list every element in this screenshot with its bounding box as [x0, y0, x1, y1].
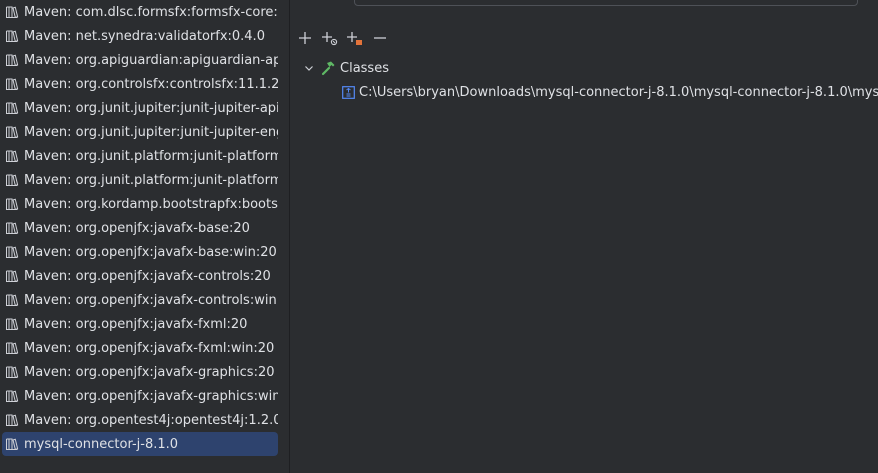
library-label: Maven: org.openjfx:javafx-fxml:win:20: [24, 340, 275, 356]
library-label: Maven: org.controlsfx:controlsfx:11.1.2: [24, 76, 278, 92]
add-button[interactable]: [294, 27, 316, 49]
library-label: Maven: org.openjfx:javafx-graphics:win:2…: [24, 388, 278, 404]
library-icon: [6, 270, 19, 283]
library-icon: [6, 390, 19, 403]
library-item[interactable]: Maven: org.controlsfx:controlsfx:11.1.2: [2, 72, 278, 96]
library-item[interactable]: Maven: org.apiguardian:apiguardian-api:1…: [2, 48, 278, 72]
jar-file-icon: [342, 85, 355, 99]
library-label: mysql-connector-j-8.1.0: [24, 436, 179, 452]
remove-icon: [374, 37, 386, 39]
library-details-panel: Classes C:\Users\bryan\Downloads\mysql-c…: [290, 0, 878, 473]
library-icon: [6, 78, 19, 91]
library-label: Maven: com.dlsc.formsfx:formsfx-core:11.…: [24, 4, 278, 20]
library-label: Maven: org.opentest4j:opentest4j:1.2.0: [24, 412, 278, 428]
library-icon: [6, 294, 19, 307]
library-icon: [6, 198, 19, 211]
project-structure-window: Maven: com.dlsc.formsfx:formsfx-core:11.…: [0, 0, 878, 473]
library-roots-toolbar: [294, 27, 394, 49]
add-with-spec-icon: [322, 32, 338, 46]
attach-spec-button[interactable]: [319, 27, 341, 49]
library-label: Maven: org.junit.platform:junit-platform…: [24, 172, 278, 188]
library-label: Maven: org.openjfx:javafx-fxml:20: [24, 316, 248, 332]
library-label: Maven: org.openjfx:javafx-controls:20: [24, 268, 271, 284]
classes-label: Classes: [340, 60, 389, 76]
library-icon: [6, 6, 19, 19]
library-item[interactable]: Maven: org.openjfx:javafx-controls:win:2…: [2, 288, 278, 312]
classes-root-path[interactable]: C:\Users\bryan\Downloads\mysql-connector…: [302, 80, 878, 104]
library-item[interactable]: Maven: org.opentest4j:opentest4j:1.2.0: [2, 408, 278, 432]
library-icon: [6, 102, 19, 115]
remove-button[interactable]: [369, 27, 391, 49]
libraries-list: Maven: com.dlsc.formsfx:formsfx-core:11.…: [2, 0, 288, 456]
hammer-icon: [321, 61, 335, 76]
library-item[interactable]: Maven: org.junit.jupiter:junit-jupiter-e…: [2, 120, 278, 144]
add-jar-icon: [347, 32, 362, 45]
library-label: Maven: org.openjfx:javafx-controls:win:2…: [24, 292, 278, 308]
library-label: Maven: org.openjfx:javafx-base:win:20: [24, 244, 277, 260]
library-item[interactable]: Maven: org.junit.platform:junit-platform…: [2, 144, 278, 168]
library-item[interactable]: Maven: net.synedra:validatorfx:0.4.0: [2, 24, 278, 48]
library-label: Maven: org.junit.platform:junit-platform…: [24, 148, 278, 164]
classes-path-label: C:\Users\bryan\Downloads\mysql-connector…: [359, 84, 878, 100]
library-icon: [6, 54, 19, 67]
library-icon: [6, 438, 19, 451]
library-icon: [6, 342, 19, 355]
classes-node[interactable]: Classes: [302, 56, 878, 80]
library-item[interactable]: Maven: com.dlsc.formsfx:formsfx-core:11.…: [2, 0, 278, 24]
library-icon: [6, 318, 19, 331]
library-icon: [6, 414, 19, 427]
library-label: Maven: org.junit.jupiter:junit-jupiter-a…: [24, 100, 278, 116]
library-item[interactable]: mysql-connector-j-8.1.0: [2, 432, 278, 456]
library-item[interactable]: Maven: org.openjfx:javafx-fxml:20: [2, 312, 278, 336]
library-label: Maven: org.openjfx:javafx-base:20: [24, 220, 250, 236]
add-icon: [299, 32, 311, 44]
library-icon: [6, 222, 19, 235]
libraries-panel: Maven: com.dlsc.formsfx:formsfx-core:11.…: [0, 0, 290, 473]
chevron-down-icon[interactable]: [302, 61, 316, 75]
library-label: Maven: org.openjfx:javafx-graphics:20: [24, 364, 275, 380]
library-item[interactable]: Maven: org.openjfx:javafx-controls:20: [2, 264, 278, 288]
library-item[interactable]: Maven: org.openjfx:javafx-graphics:20: [2, 360, 278, 384]
library-icon: [6, 246, 19, 259]
library-icon: [6, 150, 19, 163]
library-label: Maven: org.apiguardian:apiguardian-api:1…: [24, 52, 278, 68]
name-field[interactable]: [354, 0, 858, 6]
library-item[interactable]: Maven: org.openjfx:javafx-base:20: [2, 216, 278, 240]
library-icon: [6, 174, 19, 187]
library-item[interactable]: Maven: org.openjfx:javafx-graphics:win:2…: [2, 384, 278, 408]
library-item[interactable]: Maven: org.junit.platform:junit-platform…: [2, 168, 278, 192]
library-roots-tree: Classes C:\Users\bryan\Downloads\mysql-c…: [302, 56, 878, 104]
library-item[interactable]: Maven: org.kordamp.bootstrapfx:bootstrap: [2, 192, 278, 216]
library-icon: [6, 366, 19, 379]
library-item[interactable]: Maven: org.openjfx:javafx-base:win:20: [2, 240, 278, 264]
library-label: Maven: org.junit.jupiter:junit-jupiter-e…: [24, 124, 278, 140]
library-icon: [6, 126, 19, 139]
library-label: Maven: org.kordamp.bootstrapfx:bootstrap: [24, 196, 278, 212]
library-item[interactable]: Maven: org.openjfx:javafx-fxml:win:20: [2, 336, 278, 360]
library-label: Maven: net.synedra:validatorfx:0.4.0: [24, 28, 265, 44]
library-item[interactable]: Maven: org.junit.jupiter:junit-jupiter-a…: [2, 96, 278, 120]
attach-jar-button[interactable]: [344, 27, 366, 49]
library-icon: [6, 30, 19, 43]
